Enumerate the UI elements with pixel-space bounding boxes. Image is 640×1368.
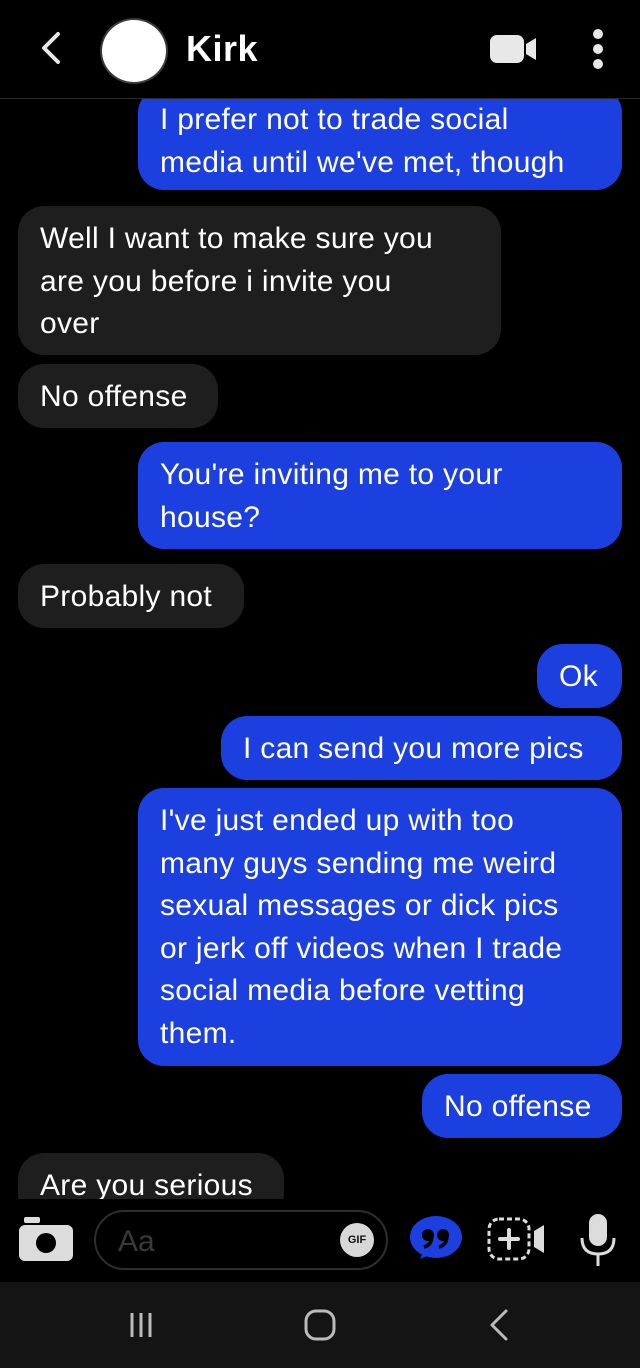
more-vertical-icon[interactable] (584, 28, 612, 70)
avatar[interactable] (100, 18, 168, 84)
message-outgoing[interactable]: I prefer not to trade social media until… (138, 99, 622, 190)
message-incoming[interactable]: No offense (18, 364, 218, 428)
back-chevron-icon[interactable] (36, 28, 68, 68)
system-navigation-bar (0, 1282, 640, 1368)
contact-name[interactable]: Kirk (186, 28, 258, 70)
message-input[interactable] (116, 1222, 340, 1262)
message-incoming[interactable]: Well I want to make sure you are you bef… (18, 206, 501, 355)
quote-icon[interactable] (408, 1213, 464, 1265)
effects-camera-icon[interactable] (486, 1216, 548, 1262)
recent-apps-icon[interactable] (125, 1310, 157, 1340)
message-outgoing[interactable]: No offense (422, 1074, 622, 1138)
message-outgoing[interactable]: You're inviting me to your house? (138, 442, 622, 549)
gif-button[interactable]: GIF (340, 1223, 374, 1257)
message-outgoing[interactable]: Ok (537, 644, 622, 708)
camera-icon[interactable] (18, 1216, 74, 1262)
chat-header: Kirk (0, 0, 640, 99)
message-outgoing[interactable]: I can send you more pics (221, 716, 622, 780)
message-outgoing[interactable]: I've just ended up with too many guys se… (138, 788, 622, 1066)
home-icon[interactable] (303, 1308, 337, 1342)
video-camera-icon[interactable] (488, 32, 538, 66)
message-incoming[interactable]: Are you serious (18, 1153, 284, 1199)
microphone-icon[interactable] (578, 1212, 618, 1268)
message-thread[interactable]: I prefer not to trade social media until… (0, 99, 640, 1199)
nav-back-icon[interactable] (484, 1306, 514, 1344)
message-incoming[interactable]: Probably not (18, 564, 244, 628)
